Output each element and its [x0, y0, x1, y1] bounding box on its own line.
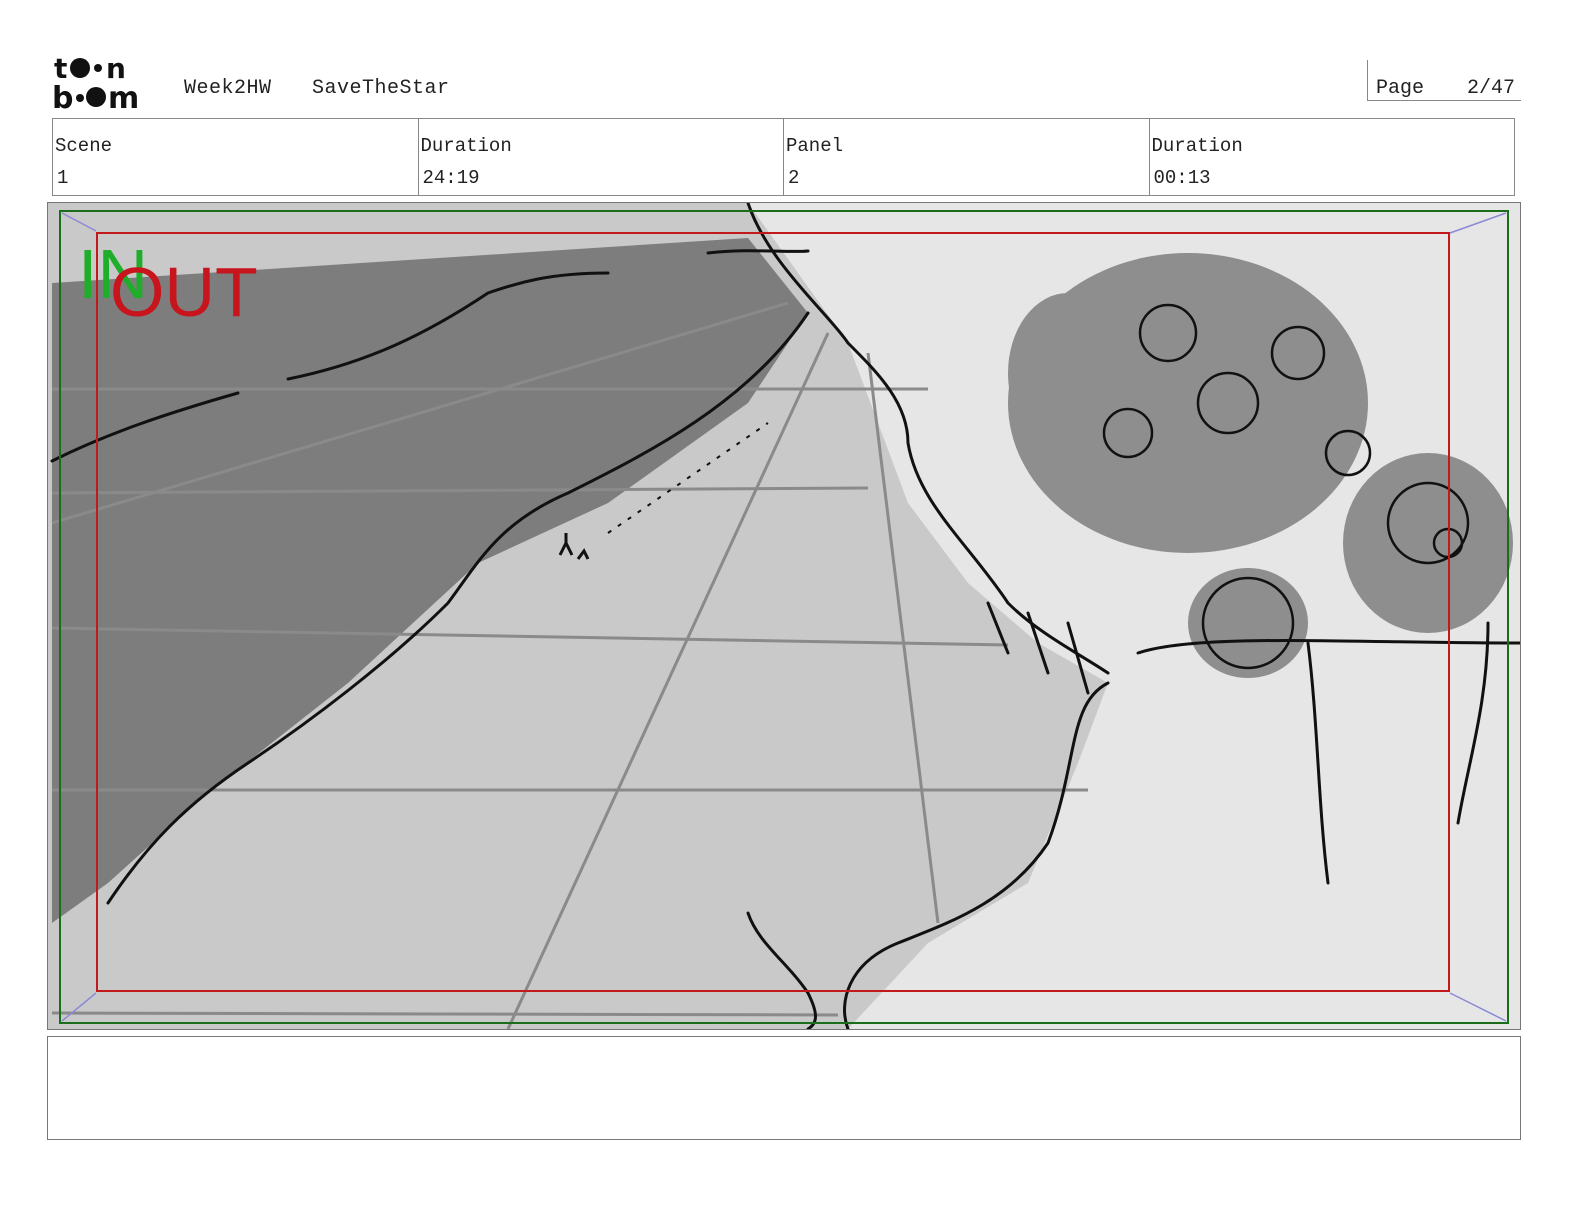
panel-label: Panel — [786, 135, 844, 157]
panel-notes-box[interactable] — [47, 1036, 1521, 1140]
scene-duration-label: Duration — [420, 135, 512, 157]
toon-boom-logo: t n b m — [52, 52, 139, 112]
svg-text:m: m — [108, 81, 139, 112]
out-marker: OUT — [110, 253, 258, 331]
panel-duration-value: 00:13 — [1153, 167, 1211, 189]
scene-label: Scene — [55, 135, 113, 157]
scene-value: 1 — [57, 167, 69, 189]
scene-cell: Scene 1 — [53, 119, 418, 195]
storyboard-title: SaveTheStar — [312, 77, 450, 100]
scene-duration-value: 24:19 — [422, 167, 480, 189]
panel-duration-cell: Duration 00:13 — [1148, 119, 1515, 195]
panel-cell: Panel 2 — [783, 119, 1149, 195]
svg-text:b: b — [52, 81, 73, 112]
panel-info-row: Scene 1 Duration 24:19 Panel 2 Duration … — [52, 118, 1515, 196]
page-label: Page — [1376, 77, 1425, 100]
page-number: 2/47 — [1466, 77, 1515, 100]
panel-sketch: IN OUT — [48, 203, 1520, 1029]
storyboard-panel[interactable]: IN OUT — [47, 202, 1521, 1030]
project-name: Week2HW — [184, 77, 272, 100]
scene-duration-cell: Duration 24:19 — [417, 119, 784, 195]
panel-value: 2 — [788, 167, 800, 189]
page-indicator: Page 2/47 — [1367, 60, 1521, 101]
panel-duration-label: Duration — [1151, 135, 1243, 157]
